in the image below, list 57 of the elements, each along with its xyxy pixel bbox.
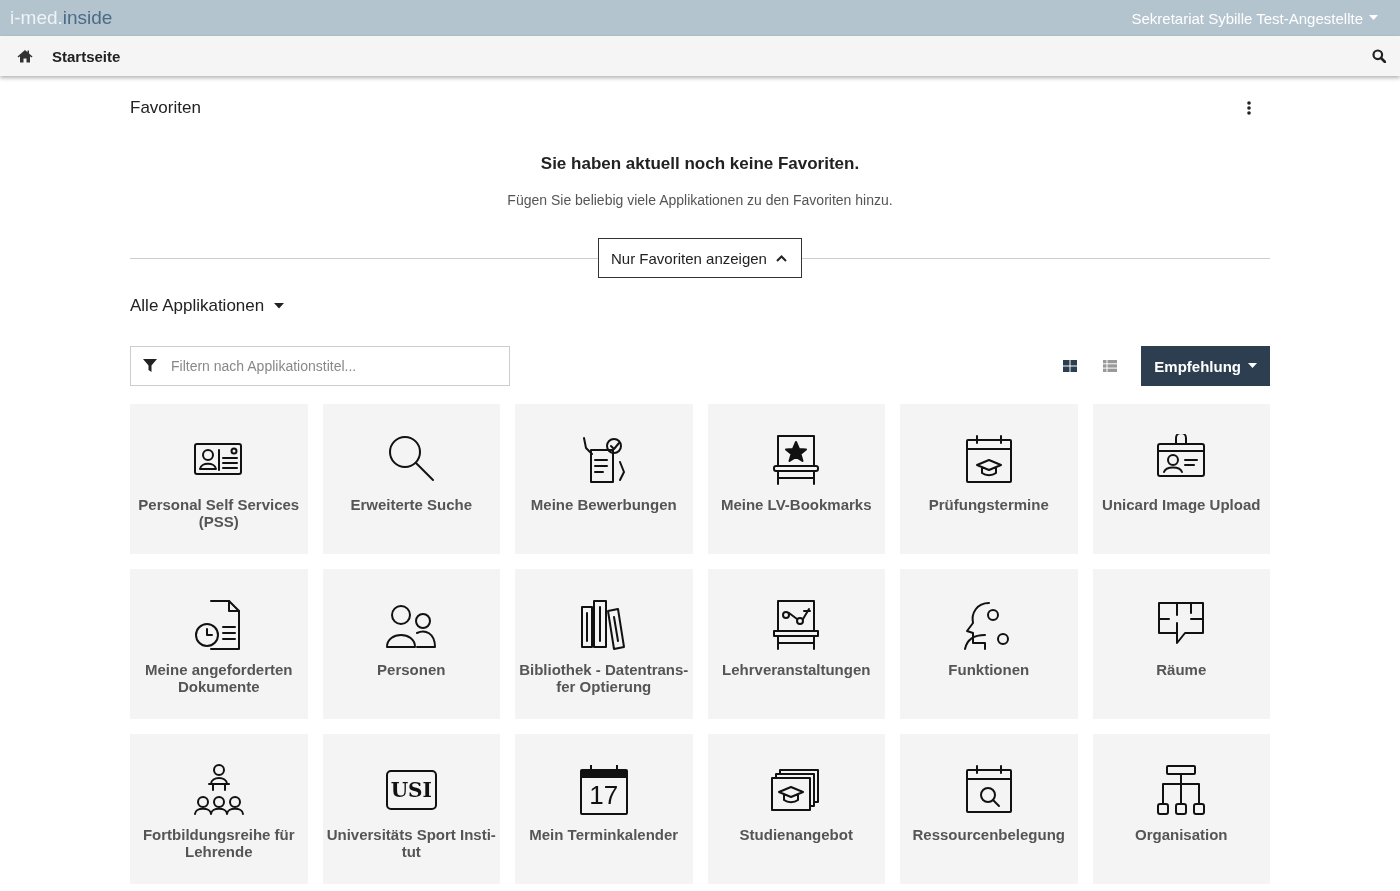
app-title: Räume bbox=[1156, 661, 1207, 678]
app-title: Mein Terminkalender bbox=[529, 826, 679, 843]
app-title: Bibliothek - Datentrans- fer Optierung bbox=[519, 661, 689, 695]
caret-icon bbox=[1248, 363, 1257, 369]
grid-icon bbox=[1063, 360, 1078, 372]
caret-icon bbox=[1369, 15, 1378, 21]
org-chart-icon bbox=[1155, 764, 1208, 816]
app-title: Universitäts Sport Insti- tut bbox=[326, 826, 496, 860]
app-tile[interactable]: 17 Mein Terminkalender bbox=[515, 734, 693, 884]
chevron-up-icon bbox=[775, 254, 787, 262]
app-title: Meine LV-Bookmarks bbox=[720, 496, 872, 513]
app-tile[interactable]: Räume bbox=[1092, 569, 1270, 719]
app-title: Studienangebot bbox=[739, 826, 853, 843]
app-tile[interactable]: Meine Bewerbungen bbox=[515, 404, 693, 554]
app-title: Prüfungstermine bbox=[928, 496, 1049, 513]
app-tile[interactable]: Fortbildungsreihe für Lehrende bbox=[130, 734, 308, 884]
page-title[interactable]: Startseite bbox=[52, 47, 121, 65]
home-icon[interactable] bbox=[17, 49, 33, 63]
app-tile[interactable]: Meine LV-Bookmarks bbox=[707, 404, 885, 554]
app-title: Funktionen bbox=[948, 661, 1030, 678]
app-tile[interactable]: Funktionen bbox=[900, 569, 1078, 719]
app-title: Erweiterte Suche bbox=[350, 496, 473, 513]
more-options-icon[interactable] bbox=[1247, 101, 1251, 115]
app-tile[interactable]: Personen bbox=[322, 569, 500, 719]
app-tile[interactable]: Meine angeforderten Dokumente bbox=[130, 569, 308, 719]
search-icon[interactable] bbox=[1372, 49, 1386, 63]
app-tile[interactable]: USI Universitäts Sport Insti- tut bbox=[322, 734, 500, 884]
app-title: Ressourcenbelegung bbox=[912, 826, 1065, 843]
app-title: Unicard Image Upload bbox=[1102, 496, 1261, 513]
app-title: Meine angeforderten Dokumente bbox=[145, 661, 293, 695]
app-tile[interactable]: Bibliothek - Datentrans- fer Optierung bbox=[515, 569, 693, 719]
applications-dropdown[interactable]: Alle Applikationen bbox=[130, 296, 285, 316]
filter-field[interactable]: Filtern nach Applikationstitel... bbox=[130, 346, 510, 386]
app-tile[interactable]: Prüfungstermine bbox=[900, 404, 1078, 554]
logo-icon: USI bbox=[385, 770, 437, 810]
app-tile[interactable]: Lehrveranstaltungen bbox=[707, 569, 885, 719]
sort-dropdown[interactable]: Empfehlung bbox=[1141, 346, 1270, 386]
lecture-group-icon bbox=[192, 764, 245, 816]
favorites-toggle-button[interactable]: Nur Favoriten anzeigen bbox=[598, 238, 802, 278]
app-title: Personal Self Services (PSS) bbox=[138, 496, 300, 530]
empty-message: Sie haben aktuell noch keine Favoriten. bbox=[539, 154, 861, 174]
empty-hint: Fügen Sie beliebig viele Applikationen zu den Favoriten hinzu. bbox=[506, 192, 894, 208]
app-title: Fortbildungsreihe für Lehrende bbox=[142, 826, 295, 860]
app-tile[interactable]: Studienangebot bbox=[707, 734, 885, 884]
app-tile[interactable]: Organisation bbox=[1092, 734, 1270, 884]
app-tile[interactable]: Unicard Image Upload bbox=[1092, 404, 1270, 554]
app-title: Meine Bewerbungen bbox=[530, 496, 677, 513]
app-tile[interactable]: Erweiterte Suche bbox=[322, 404, 500, 554]
app-title: Lehrveranstaltungen bbox=[722, 661, 871, 678]
list-icon bbox=[1103, 360, 1118, 372]
app-title: Personen bbox=[377, 661, 446, 678]
app-tile[interactable]: Ressourcenbelegung bbox=[900, 734, 1078, 884]
app-title: Organisation bbox=[1135, 826, 1228, 843]
app-tile[interactable]: Personal Self Services (PSS) bbox=[130, 404, 308, 554]
favorites-heading: Favoriten bbox=[130, 98, 201, 118]
caret-icon bbox=[274, 303, 285, 309]
filter-icon bbox=[143, 359, 157, 373]
